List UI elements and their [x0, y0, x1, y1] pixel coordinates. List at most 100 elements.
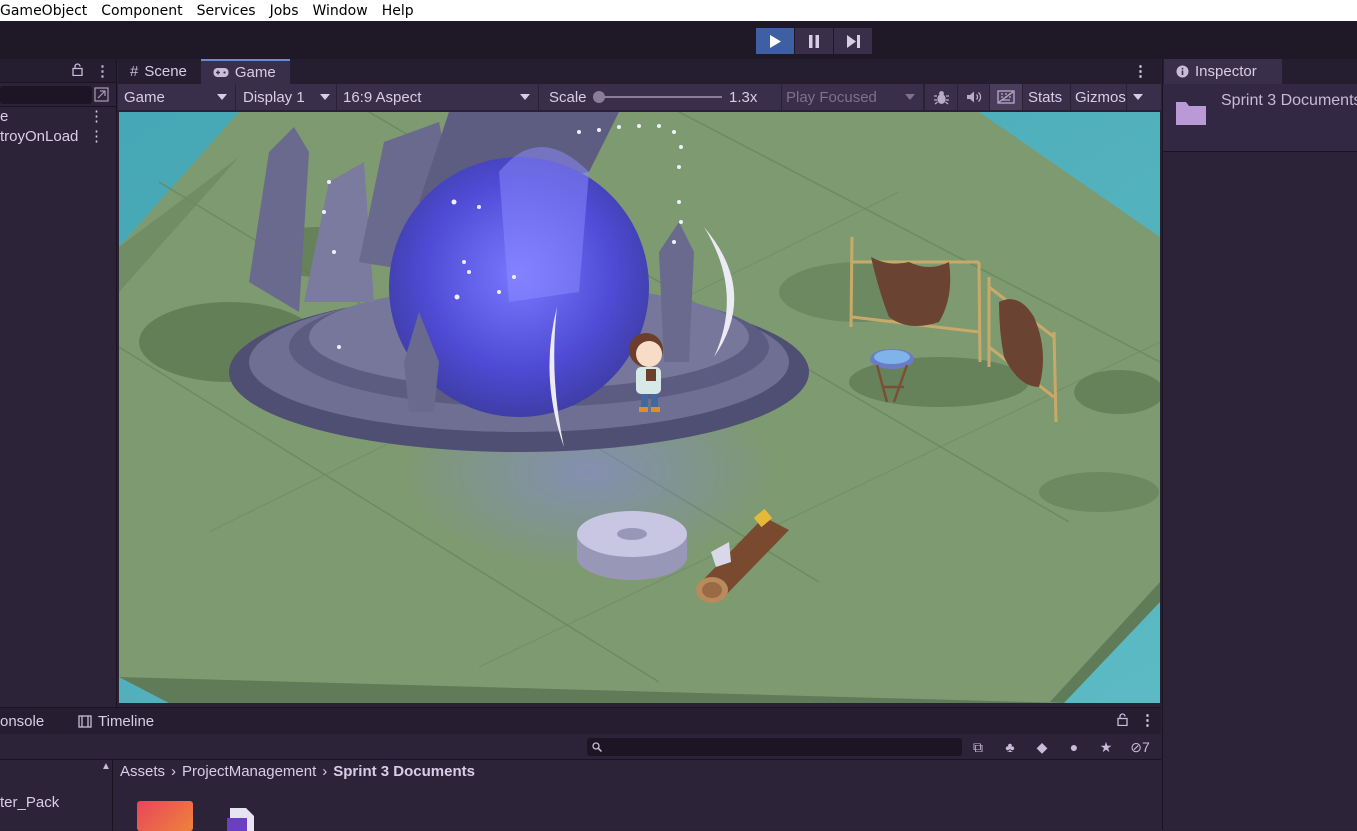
gizmos-button[interactable]: Gizmos — [1070, 84, 1126, 110]
more-options-icon[interactable]: ⋮ — [89, 107, 104, 127]
tab-console[interactable]: onsole — [0, 708, 78, 734]
hidden-packages-icon[interactable]: ⊘7 — [1122, 739, 1158, 756]
chevron-right-icon: › — [171, 763, 177, 780]
hierarchy-row[interactable]: e ⋮ — [0, 107, 116, 127]
scale-label: Scale — [549, 88, 587, 106]
tab-scene[interactable]: # Scene — [118, 59, 201, 84]
chevron-down-icon — [905, 94, 915, 100]
bug-icon — [933, 90, 949, 105]
play-controls — [756, 28, 873, 54]
more-options-icon[interactable]: ⋮ — [95, 62, 110, 80]
asset-thumbnail[interactable] — [137, 801, 193, 831]
tab-inspector[interactable]: Inspector — [1164, 59, 1282, 84]
hidden-count: 7 — [1141, 738, 1150, 755]
menu-help[interactable]: Help — [375, 3, 421, 19]
tab-console-label: onsole — [0, 712, 45, 730]
chevron-down-icon — [217, 94, 227, 100]
gizmos-label: Gizmos — [1075, 88, 1126, 106]
scale-slider-handle[interactable] — [593, 91, 605, 103]
hash-icon: # — [130, 63, 139, 80]
menu-bar: GameObject Component Services Jobs Windo… — [0, 0, 1357, 21]
menu-services[interactable]: Services — [190, 3, 263, 19]
more-options-icon[interactable]: ⋮ — [1140, 711, 1155, 729]
tab-game-label: Game — [234, 64, 276, 81]
scale-value: 1.3x — [729, 89, 758, 106]
chevron-right-icon: › — [322, 763, 328, 780]
inspector-header: Sprint 3 Documents — [1163, 84, 1357, 152]
stats-button[interactable]: Stats — [1022, 84, 1070, 110]
play-focus-dropdown[interactable]: Play Focused — [782, 84, 924, 110]
aspect-dropdown[interactable]: 16:9 Aspect — [337, 84, 539, 110]
step-button[interactable] — [834, 28, 873, 54]
menu-gameobject[interactable]: GameObject — [0, 3, 94, 19]
scale-control: Scale 1.3x — [539, 84, 782, 110]
game-scene-render — [119, 112, 1160, 703]
stats-label: Stats — [1028, 88, 1063, 106]
hierarchy-search — [0, 83, 116, 107]
hierarchy-row[interactable]: troyOnLoad ⋮ — [0, 127, 116, 147]
open-window-icon[interactable]: ⧉ — [962, 739, 994, 756]
tab-inspector-label: Inspector — [1195, 63, 1257, 80]
pause-button[interactable] — [795, 28, 834, 54]
project-search-input[interactable] — [587, 738, 962, 756]
project-filter-icons: ⧉ ♣ ◆ ● ★ ⊘7 — [962, 734, 1158, 760]
display-dropdown[interactable]: Display 1 — [236, 84, 337, 110]
lock-icon[interactable] — [1117, 713, 1128, 730]
tab-game[interactable]: Game — [200, 59, 290, 84]
more-options-icon[interactable]: ⋮ — [89, 127, 104, 147]
hierarchy-row-label: e — [0, 108, 9, 125]
chevron-down-icon — [320, 94, 330, 100]
lock-icon[interactable] — [72, 63, 83, 79]
display-label: Display 1 — [243, 88, 305, 106]
mute-audio-button[interactable] — [957, 84, 989, 110]
tab-scene-label: Scene — [144, 63, 187, 80]
game-view-controlbar: Game Display 1 16:9 Aspect Scale 1.3x Pl… — [118, 84, 1161, 110]
chevron-down-icon — [520, 94, 530, 100]
inspector-title: Sprint 3 Documents — [1221, 92, 1357, 109]
folder-icon — [1176, 102, 1206, 125]
hierarchy-header: ⋮ — [0, 59, 116, 83]
star-icon[interactable]: ★ — [1090, 739, 1122, 756]
label-tag-icon[interactable]: ◆ — [1026, 739, 1058, 756]
bug-button[interactable] — [924, 84, 957, 110]
breadcrumb-projectmanagement[interactable]: ProjectManagement — [182, 763, 316, 780]
gizmos-dropdown[interactable] — [1126, 84, 1148, 110]
breadcrumb-assets[interactable]: Assets — [120, 763, 165, 780]
gamepad-icon — [213, 68, 229, 77]
tab-timeline-label: Timeline — [98, 712, 155, 730]
project-tree: ▲ ter_Pack — [0, 760, 113, 831]
hierarchy-search-input[interactable] — [0, 86, 92, 104]
film-icon — [78, 714, 92, 728]
menu-window[interactable]: Window — [305, 3, 374, 19]
pause-icon — [809, 34, 819, 48]
filter-by-type-icon[interactable]: ♣ — [994, 739, 1026, 755]
warning-icon[interactable]: ● — [1058, 739, 1090, 755]
menu-component[interactable]: Component — [94, 3, 189, 19]
document-file-icon[interactable] — [222, 806, 258, 831]
breadcrumb: Assets › ProjectManagement › Sprint 3 Do… — [120, 763, 475, 780]
view-mode-dropdown[interactable]: Game — [118, 84, 236, 110]
play-mode-label: Play Focused — [786, 88, 877, 106]
info-icon — [1176, 65, 1189, 78]
project-toolbar: ⧉ ♣ ◆ ● ★ ⊘7 — [0, 734, 1161, 760]
more-options-icon[interactable]: ⋮ — [1133, 62, 1148, 80]
hierarchy-row-label: troyOnLoad — [0, 128, 79, 145]
game-viewport[interactable] — [119, 112, 1160, 703]
tree-item-label: ter_Pack — [0, 794, 60, 811]
view-mode-label: Game — [124, 88, 165, 106]
play-button[interactable] — [756, 28, 795, 54]
scale-slider-track[interactable] — [597, 96, 722, 98]
breadcrumb-current[interactable]: Sprint 3 Documents — [333, 763, 475, 780]
tree-item[interactable]: ter_Pack — [0, 794, 59, 811]
open-window-icon[interactable] — [94, 87, 109, 106]
speaker-icon — [966, 91, 981, 103]
shortcut-button[interactable] — [989, 84, 1022, 110]
tab-timeline[interactable]: Timeline — [78, 708, 166, 734]
play-icon — [770, 34, 781, 48]
scroll-up-icon[interactable]: ▲ — [101, 761, 111, 772]
main-toolbar — [0, 21, 1357, 59]
project-panel: onsole Timeline ⋮ ⧉ ♣ ◆ ● ★ ⊘7 ▲ ter_Pac… — [0, 707, 1161, 831]
menu-jobs[interactable]: Jobs — [263, 3, 306, 19]
step-icon — [846, 34, 860, 48]
search-icon — [592, 742, 602, 752]
